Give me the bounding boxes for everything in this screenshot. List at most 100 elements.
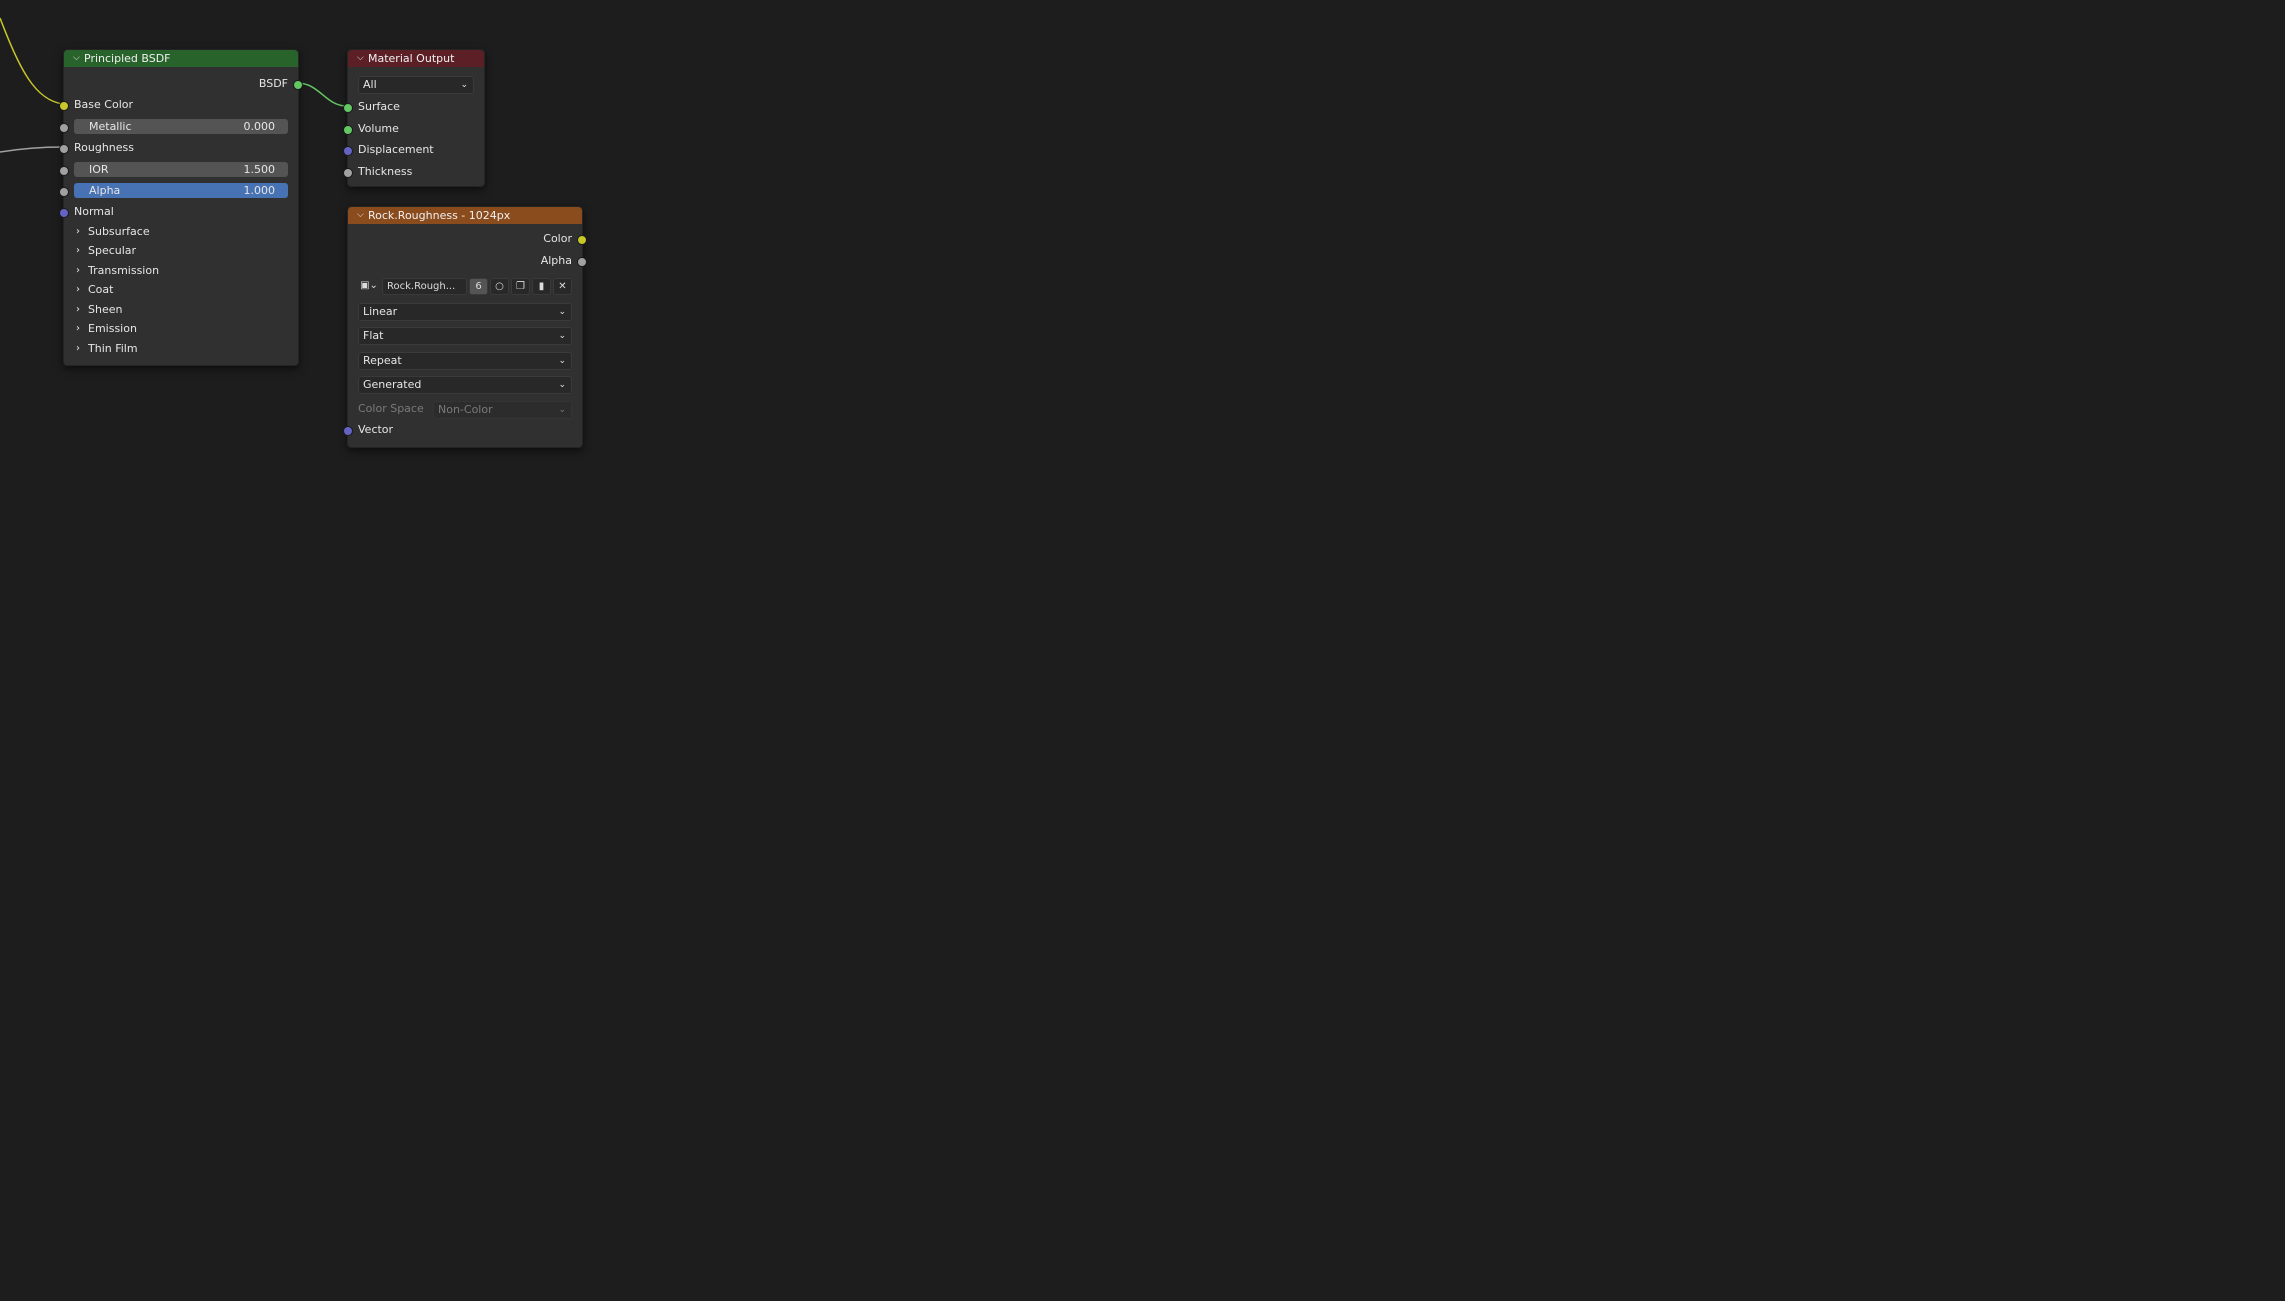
folder-icon[interactable]: ▮: [532, 278, 551, 295]
principled-bsdf-header[interactable]: ⌵ Principled BSDF: [64, 50, 298, 67]
image-selector: ▣⌄ Rock.Rough... 6 ○ ❐ ▮ ✕: [358, 278, 572, 295]
chevron-down-icon[interactable]: ⌵: [73, 50, 84, 67]
ior-socket[interactable]: [59, 166, 69, 176]
projection-row: Flat ⌄: [348, 326, 582, 345]
chevron-right-icon: ›: [76, 265, 80, 276]
ior-label: IOR: [89, 163, 109, 176]
chevron-down-icon: ⌄: [558, 380, 566, 390]
bsdf-output-label: BSDF: [258, 77, 288, 90]
chevron-right-icon: ›: [76, 226, 80, 237]
chevron-down-icon: ⌄: [558, 405, 566, 415]
image-users-count[interactable]: 6: [469, 278, 488, 295]
alpha-output-label: Alpha: [540, 254, 572, 267]
volume-row: Volume: [343, 120, 484, 138]
extension-row: Repeat ⌄: [348, 351, 582, 370]
target-value: All: [363, 78, 377, 91]
base-color-row: Base Color: [59, 96, 298, 114]
metallic-label: Metallic: [89, 120, 132, 133]
vector-socket[interactable]: [343, 426, 353, 436]
chevron-right-icon: ›: [76, 323, 80, 334]
metallic-slider[interactable]: Metallic 0.000: [74, 119, 288, 134]
ior-row: IOR 1.500: [59, 161, 298, 179]
panel-sheen[interactable]: › Sheen: [64, 301, 298, 319]
displacement-label: Displacement: [358, 143, 434, 156]
panel-coat[interactable]: › Coat: [64, 281, 298, 299]
image-selector-row: ▣⌄ Rock.Rough... 6 ○ ❐ ▮ ✕: [348, 277, 582, 297]
base-color-socket[interactable]: [59, 101, 69, 111]
duplicate-icon[interactable]: ❐: [511, 278, 530, 295]
panel-transmission[interactable]: › Transmission: [64, 262, 298, 280]
close-icon[interactable]: ✕: [553, 278, 572, 295]
color-space-row: Color Space Non-Color ⌄: [348, 400, 582, 419]
panel-coat-label: Coat: [88, 283, 114, 296]
thickness-label: Thickness: [358, 165, 413, 178]
vector-label: Vector: [358, 423, 394, 436]
roughness-socket[interactable]: [59, 144, 69, 154]
alpha-socket[interactable]: [59, 187, 69, 197]
metallic-value: 0.000: [243, 120, 276, 133]
normal-socket[interactable]: [59, 208, 69, 218]
surface-socket[interactable]: [343, 103, 353, 113]
color-output-row: Color: [348, 230, 587, 248]
bsdf-output-row: BSDF: [64, 75, 303, 93]
ior-slider[interactable]: IOR 1.500: [74, 162, 288, 177]
color-space-dropdown: Non-Color ⌄: [433, 401, 572, 419]
displacement-row: Displacement: [343, 141, 484, 159]
normal-row: Normal: [59, 203, 298, 221]
source-dropdown[interactable]: Generated ⌄: [358, 376, 572, 394]
projection-value: Flat: [363, 329, 384, 342]
image-texture-header[interactable]: ⌵ Rock.Roughness - 1024px: [348, 207, 582, 224]
chevron-right-icon: ›: [76, 343, 80, 354]
extension-value: Repeat: [363, 354, 402, 367]
panel-specular-label: Specular: [88, 244, 137, 257]
material-output-node[interactable]: ⌵ Material Output All ⌄ Surface Volume D…: [343, 49, 485, 187]
interpolation-dropdown[interactable]: Linear ⌄: [358, 303, 572, 321]
source-value: Generated: [363, 378, 422, 391]
volume-socket[interactable]: [343, 125, 353, 135]
alpha-slider[interactable]: Alpha 1.000: [74, 183, 288, 198]
displacement-socket[interactable]: [343, 146, 353, 156]
chevron-down-icon: ⌄: [558, 307, 566, 317]
principled-bsdf-node[interactable]: ⌵ Principled BSDF BSDF Base Color Metall…: [59, 49, 303, 366]
node-title: Material Output: [368, 52, 455, 65]
target-dropdown[interactable]: All ⌄: [358, 76, 474, 94]
material-output-header[interactable]: ⌵ Material Output: [348, 50, 484, 67]
panel-specular[interactable]: › Specular: [64, 242, 298, 260]
chevron-down-icon: ⌄: [558, 356, 566, 366]
normal-label: Normal: [74, 205, 114, 218]
chevron-down-icon: ⌄: [460, 80, 468, 90]
image-name-field[interactable]: Rock.Rough...: [382, 278, 467, 295]
surface-row: Surface: [343, 98, 484, 116]
shield-icon[interactable]: ○: [490, 278, 509, 295]
panel-emission[interactable]: › Emission: [64, 320, 298, 338]
wire-base-color: [0, 17, 64, 105]
alpha-output-socket[interactable]: [577, 257, 587, 267]
projection-dropdown[interactable]: Flat ⌄: [358, 327, 572, 345]
target-row: All ⌄: [348, 75, 484, 94]
interpolation-value: Linear: [363, 305, 398, 318]
base-color-label: Base Color: [74, 98, 134, 111]
panel-thin-film-label: Thin Film: [88, 342, 138, 355]
node-wires: [0, 17, 348, 153]
alpha-value: 1.000: [243, 184, 276, 197]
wire-bsdf-surface: [296, 82, 348, 107]
chevron-down-icon[interactable]: ⌵: [357, 207, 368, 224]
panel-subsurface[interactable]: › Subsurface: [64, 223, 298, 241]
image-icon[interactable]: ▣⌄: [358, 278, 380, 293]
extension-dropdown[interactable]: Repeat ⌄: [358, 352, 572, 370]
vector-row: Vector: [343, 421, 582, 439]
bsdf-output-socket[interactable]: [293, 80, 303, 90]
panel-thin-film[interactable]: › Thin Film: [64, 340, 298, 358]
image-texture-node[interactable]: ⌵ Rock.Roughness - 1024px Color Alpha ▣⌄…: [343, 206, 587, 448]
panel-emission-label: Emission: [88, 322, 137, 335]
thickness-socket[interactable]: [343, 168, 353, 178]
color-space-label: Color Space: [358, 402, 424, 415]
alpha-output-row: Alpha: [348, 252, 587, 270]
chevron-down-icon[interactable]: ⌵: [357, 50, 368, 67]
volume-label: Volume: [358, 122, 399, 135]
wire-roughness: [0, 146, 64, 153]
color-output-socket[interactable]: [577, 235, 587, 245]
metallic-socket[interactable]: [59, 123, 69, 133]
metallic-row: Metallic 0.000: [59, 118, 298, 136]
panel-subsurface-label: Subsurface: [88, 225, 150, 238]
